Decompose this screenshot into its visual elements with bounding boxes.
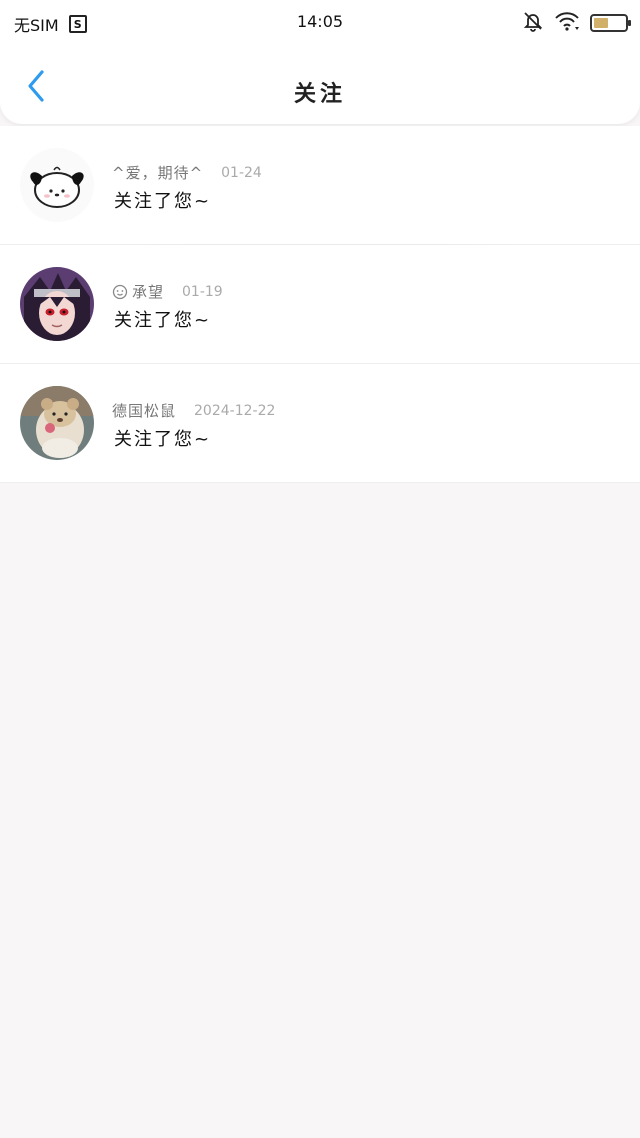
status-right bbox=[522, 10, 631, 36]
user-name[interactable]: 德国松鼠 bbox=[112, 400, 176, 421]
item-meta: 承望 01-19 bbox=[112, 281, 223, 302]
smile-icon bbox=[112, 284, 128, 300]
page-title: 关注 bbox=[293, 82, 346, 107]
notification-list: ^爱，期待^ 01-24 关注了您~ 承望 01-19 关注了您~ 德国松鼠 2… bbox=[0, 126, 640, 483]
page: 无SIM S 14:05 关注 ^爱，期待^ 01-24 关注了您~ 承望 01… bbox=[0, 0, 640, 1138]
list-item[interactable]: 承望 01-19 关注了您~ bbox=[0, 245, 640, 364]
battery-cap bbox=[628, 20, 631, 26]
status-bar: 无SIM S 14:05 bbox=[0, 0, 640, 44]
item-date: 01-24 bbox=[221, 164, 262, 181]
anime-avatar[interactable] bbox=[20, 267, 94, 341]
item-date: 2024-12-22 bbox=[194, 402, 276, 419]
item-message: 关注了您~ bbox=[114, 191, 212, 212]
item-date: 01-19 bbox=[182, 283, 223, 300]
user-name-text: 承望 bbox=[132, 283, 165, 301]
nav-bar: 关注 bbox=[0, 44, 640, 124]
bear-avatar[interactable] bbox=[20, 386, 94, 460]
list-item[interactable]: ^爱，期待^ 01-24 关注了您~ bbox=[0, 126, 640, 245]
user-name[interactable]: ^爱，期待^ bbox=[112, 162, 203, 183]
item-meta: 德国松鼠 2024-12-22 bbox=[112, 400, 275, 421]
dog-avatar[interactable] bbox=[20, 148, 94, 222]
mute-bell-icon bbox=[522, 10, 544, 36]
item-message: 关注了您~ bbox=[114, 429, 212, 450]
wifi-icon bbox=[554, 10, 580, 36]
battery-fill bbox=[594, 18, 608, 28]
item-message: 关注了您~ bbox=[114, 310, 212, 331]
user-name[interactable]: 承望 bbox=[112, 281, 164, 302]
item-meta: ^爱，期待^ 01-24 bbox=[112, 162, 262, 183]
list-item[interactable]: 德国松鼠 2024-12-22 关注了您~ bbox=[0, 364, 640, 483]
battery-icon bbox=[590, 14, 631, 32]
header-card: 无SIM S 14:05 关注 bbox=[0, 0, 640, 124]
